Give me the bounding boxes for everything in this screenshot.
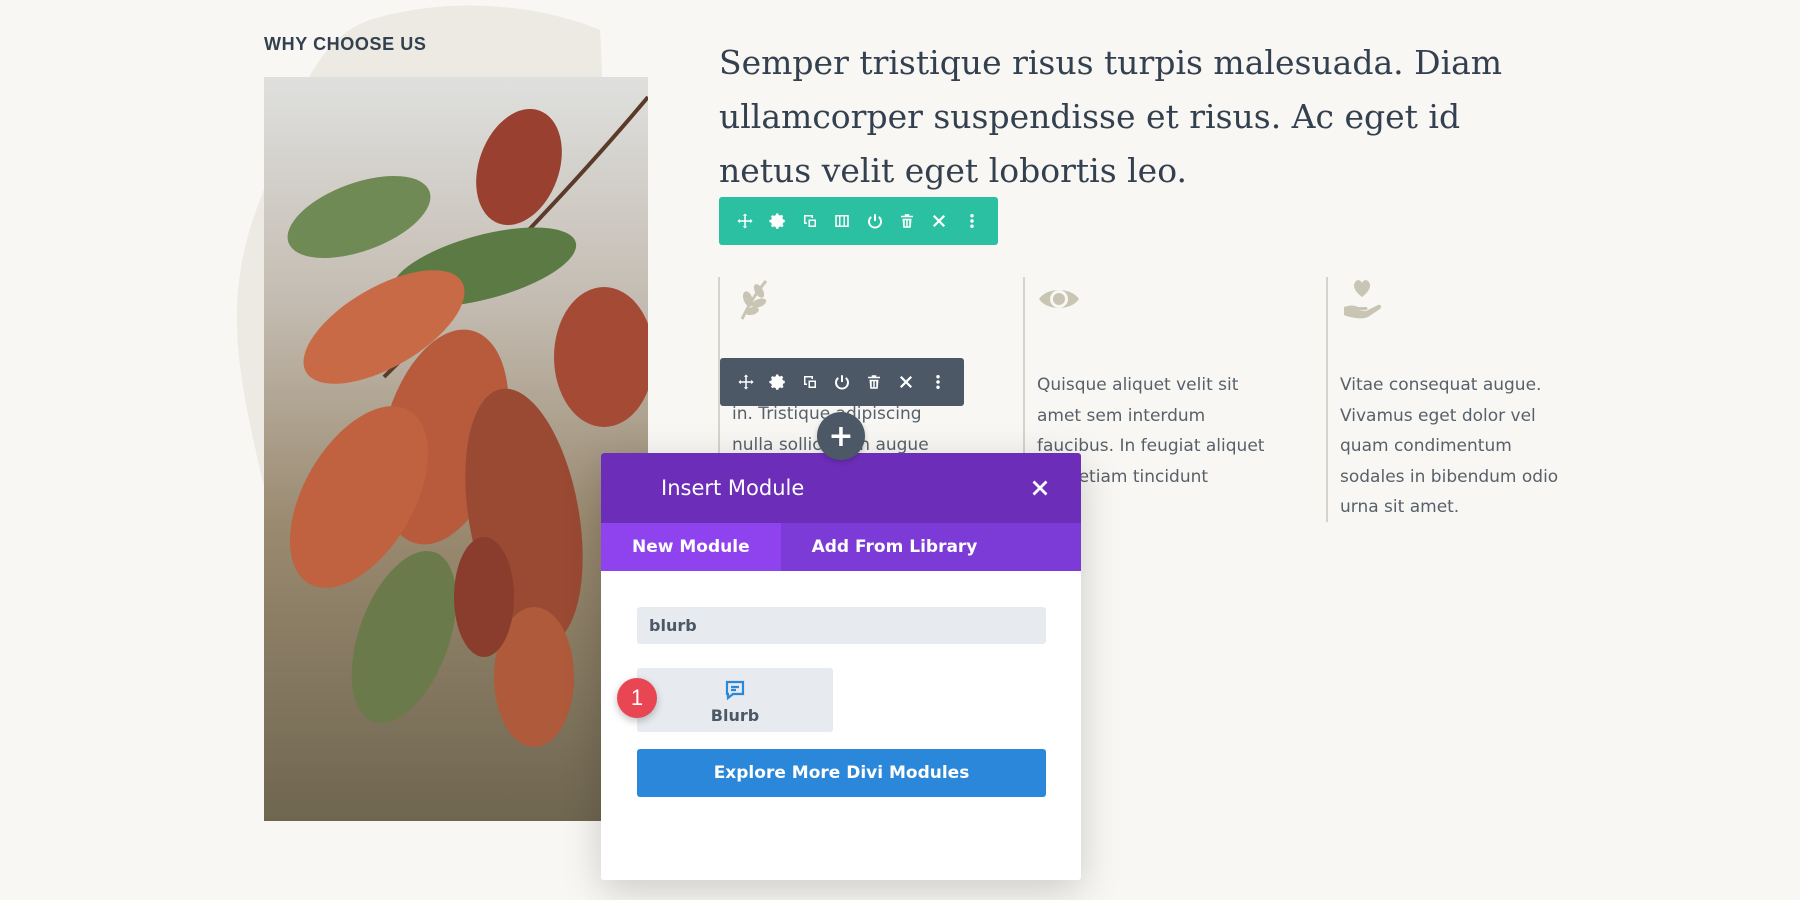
section-headline: Semper tristique risus turpis malesuada.… [719, 43, 1503, 190]
power-icon[interactable] [859, 197, 891, 245]
gear-icon[interactable] [761, 197, 793, 245]
modal-tabs: New Module Add From Library [601, 523, 1081, 571]
heart-hand-icon [1340, 277, 1384, 321]
trash-icon[interactable] [858, 358, 890, 406]
close-icon[interactable] [1027, 475, 1053, 501]
columns-icon[interactable] [826, 197, 858, 245]
section-eyebrow: WHY CHOOSE US [264, 34, 427, 54]
modal-body: 1 Blurb Explore More Divi Modules [601, 571, 1081, 797]
add-module-button[interactable]: + [817, 412, 865, 460]
blurb-module-label: Blurb [710, 705, 760, 725]
gear-icon[interactable] [762, 358, 794, 406]
duplicate-icon[interactable] [794, 197, 826, 245]
explore-more-modules-button[interactable]: Explore More Divi Modules [637, 749, 1046, 797]
tab-new-module[interactable]: New Module [601, 523, 781, 571]
blurb-module-tile[interactable]: 1 Blurb [617, 668, 833, 732]
close-icon[interactable] [890, 358, 922, 406]
modal-header: Insert Module [601, 453, 1081, 523]
more-icon[interactable] [956, 197, 988, 245]
blurb-column-3[interactable]: Vitae consequat augue. Vivamus eget dolo… [1326, 277, 1576, 522]
modal-title: Insert Module [661, 476, 805, 500]
trash-icon[interactable] [891, 197, 923, 245]
insert-module-modal: Insert Module New Module Add From Librar… [601, 453, 1081, 880]
module-search-input[interactable] [637, 607, 1046, 644]
duplicate-icon[interactable] [794, 358, 826, 406]
autumn-leaves-image [264, 77, 648, 821]
row-toolbar [719, 197, 998, 245]
leaf-icon [732, 277, 776, 321]
move-icon[interactable] [730, 358, 762, 406]
eye-icon [1037, 277, 1081, 321]
step-badge: 1 [617, 678, 657, 718]
more-icon[interactable] [922, 358, 954, 406]
tab-add-from-library[interactable]: Add From Library [781, 523, 1009, 571]
close-icon[interactable] [923, 197, 955, 245]
chat-icon [723, 678, 747, 702]
module-toolbar [720, 358, 964, 406]
power-icon[interactable] [826, 358, 858, 406]
blurb-text: Vitae consequat augue. Vivamus eget dolo… [1340, 375, 1559, 517]
move-icon[interactable] [729, 197, 761, 245]
